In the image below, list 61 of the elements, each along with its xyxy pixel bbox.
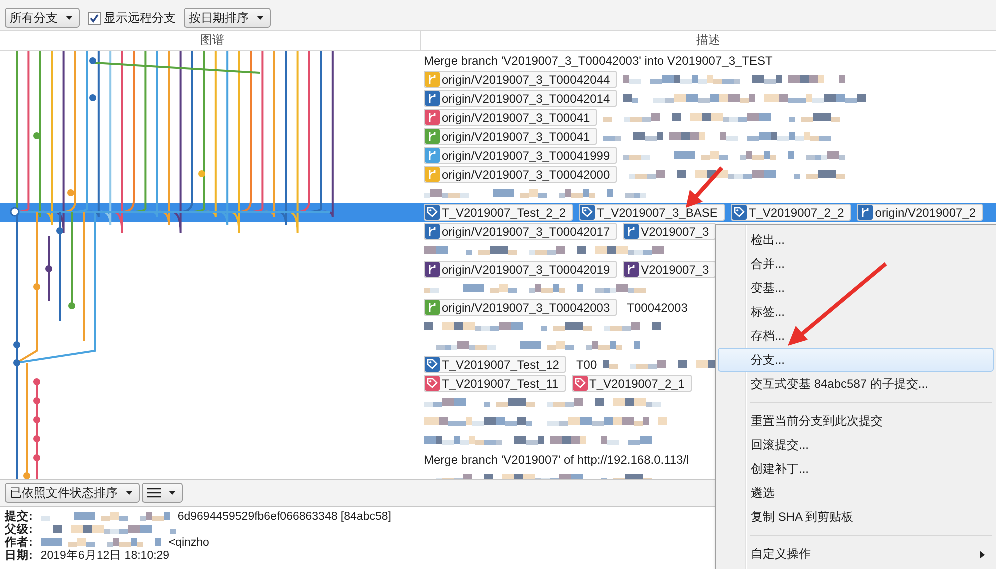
branch-label: V2019007_3 (623, 223, 716, 240)
branch-label: origin/V2019007_3_T00042017 (424, 223, 618, 240)
commit-message: T00042003 (627, 300, 688, 314)
branch-filter-dropdown[interactable]: 所有分支 (5, 8, 80, 28)
menu-item[interactable]: 存档... (718, 324, 994, 348)
detail-label: 提交: (5, 509, 33, 523)
commit-message: T00 (576, 358, 598, 372)
menu-item[interactable]: 交互式变基 84abc587 的子提交... (718, 372, 994, 396)
branch-label: origin/V2019007_2 (857, 204, 984, 221)
commit-row[interactable]: origin/V2019007_3_T00041 (420, 127, 832, 146)
commit-row[interactable]: T_V2019007_Test_2_2 T_V2019007_3_BASE T_V2019007_2_2 origin/V2019007_2 (0, 203, 996, 222)
branch-label: origin/V2019007_3_T00041999 (424, 147, 618, 164)
commit-message: Merge branch 'V2019007' of http://192.168.0.113/l (424, 452, 690, 466)
column-header[interactable]: 描述 (421, 31, 996, 50)
branch-label: origin/V2019007_3_T00041 (424, 128, 598, 145)
commit-row[interactable]: T_V2019007_Test_11 T_V2019007_2_1 (420, 374, 692, 393)
menu-item[interactable]: 回滚提交... (718, 433, 994, 457)
menu-item[interactable]: 检出... (718, 228, 994, 252)
detail-value: 6d9694459529fb6ef066863348 [84abc58] (178, 510, 392, 522)
commit-row[interactable]: Merge branch 'V2019007_3_T00042003' into V2019007_3_TEST (420, 51, 773, 70)
commit-row[interactable]: origin/V2019007_3_T00042017 V2019007_3 (420, 222, 716, 241)
detail-label: 日期: (5, 548, 33, 563)
branch-label: origin/V2019007_3_T00041 (424, 109, 598, 126)
menu-item[interactable]: 自定义操作 (718, 542, 994, 566)
menu-item[interactable]: 分支... (718, 348, 994, 372)
menu-item[interactable]: 变基... (718, 276, 994, 300)
detail-value: 2019年6月12日 18:10:29 (40, 548, 170, 563)
detail-label: 作者: (5, 535, 33, 549)
tag-label: T_V2019007_Test_11 (424, 375, 566, 392)
branch-label: origin/V2019007_3_T00042044 (424, 71, 618, 88)
menu-item[interactable]: 重置当前分支到此次提交 (718, 409, 994, 433)
branch-label: origin/V2019007_3_T00042003 (424, 299, 618, 316)
branch-label: origin/V2019007_3_T00042014 (424, 90, 618, 107)
tag-label: T_V2019007_3_BASE (579, 204, 725, 221)
tag-label: T_V2019007_Test_12 (424, 356, 566, 373)
commit-row[interactable]: origin/V2019007_3_T00042000 (420, 165, 858, 184)
tag-label: T_V2019007_Test_2_2 (424, 204, 574, 221)
column-header[interactable]: 图谱 (5, 31, 421, 50)
commit-row[interactable]: origin/V2019007_3_T00042003 T00042003 (420, 298, 688, 317)
menu-item[interactable]: 标签... (718, 300, 994, 324)
checkbox-label: 显示远程分支 (104, 10, 176, 26)
branch-label: origin/V2019007_3_T00042019 (424, 261, 618, 278)
menu-item[interactable]: 遴选 (718, 481, 994, 505)
branch-label: origin/V2019007_3_T00042000 (424, 166, 618, 183)
sort-dropdown[interactable]: 按日期排序 (184, 8, 271, 28)
file-sort-dropdown[interactable]: 已依照文件状态排序 (5, 483, 140, 503)
menu-item[interactable]: 复制 SHA 到剪贴板 (718, 505, 994, 529)
tag-label: T_V2019007_2_2 (730, 204, 852, 221)
menu-item[interactable]: 创建补丁... (718, 457, 994, 481)
detail-value: <qinzho (168, 536, 210, 548)
commit-row[interactable]: origin/V2019007_3_T00042014 (420, 89, 866, 108)
menu-item[interactable]: 合并... (718, 252, 994, 276)
tag-label: T_V2019007_2_1 (572, 375, 692, 392)
detail-label: 父级: (5, 522, 33, 536)
commit-row[interactable]: origin/V2019007_3_T00041 (420, 108, 840, 127)
commit-row[interactable]: origin/V2019007_3_T00042019 V2019007_3 (420, 260, 716, 279)
commit-row[interactable]: origin/V2019007_3_T00041999 (420, 146, 846, 165)
commit-row[interactable]: Merge branch 'V2019007' of http://192.168.0.113/l (420, 450, 690, 469)
commit-message: Merge branch 'V2019007_3_T00042003' into V2019007_3_TEST (424, 54, 773, 68)
branch-label: V2019007_3 (623, 261, 716, 278)
commit-row[interactable]: origin/V2019007_3_T00042044 (420, 70, 846, 89)
